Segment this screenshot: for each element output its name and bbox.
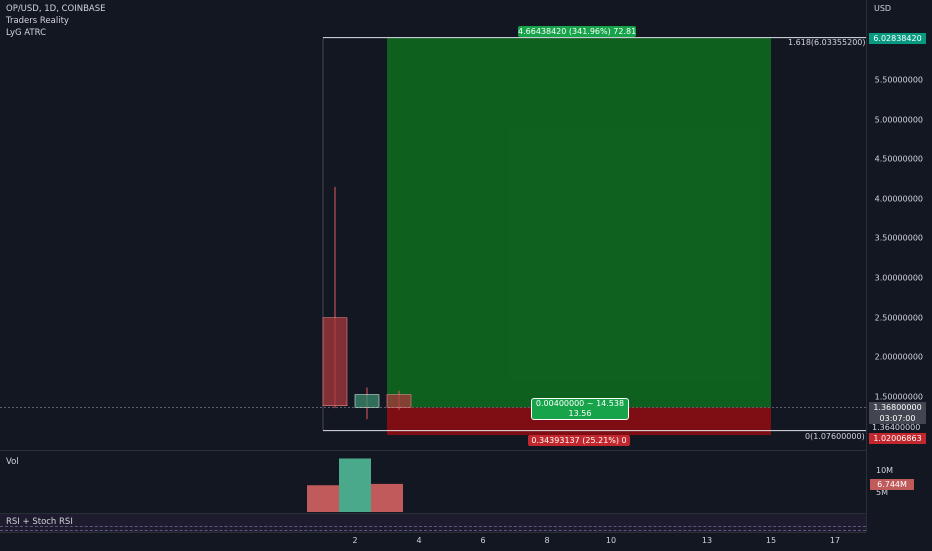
price-tick: 2.00000000 [874,352,923,362]
fib-upper-label: 1.618(6.03355200) [788,38,866,47]
indicator-lyg-atrc[interactable]: LyG ATRC [6,28,46,38]
sl-price-tag: 1.02006863 [869,433,926,444]
price-tick: 1.50000000 [874,392,923,402]
time-label-8: 8 [544,536,550,545]
price-tick: 5.50000000 [874,75,923,85]
profit-zone [387,38,771,408]
volume-bar-0 [307,485,339,512]
price-axis[interactable]: 5.50000000 5.00000000 4.50000000 4.00000000… [866,0,932,532]
profit-label: 4.66438420 (341.96%) 72.81 [518,26,637,37]
indicator-traders-reality[interactable]: Traders Reality [6,16,69,26]
entry-label: 0.00400000 ~ 14.538 13.56 [531,398,629,420]
rsi-pane[interactable]: RSI + Stoch RSI [0,514,866,532]
level-1364-label: 1.36400000 [872,423,921,432]
price-tick: 3.50000000 [874,233,923,243]
candle-body-2 [386,394,412,408]
price-tick: 3.00000000 [874,273,923,283]
volume-legend[interactable]: Vol [6,457,19,467]
time-label-15: 15 [765,536,777,545]
candle-body-0 [322,317,348,407]
entry-label-line1: 0.00400000 ~ 14.538 [535,399,625,408]
entry-label-line2: 13.56 [568,409,592,418]
volume-tick-10m: 10M [876,466,894,475]
time-label-4: 4 [416,536,422,545]
price-tick: 2.50000000 [874,313,923,323]
volume-current-tag: 6.744M [870,479,914,490]
time-label-6: 6 [480,536,486,545]
price-pane[interactable]: OP/USD, 1D, COINBASE Traders Reality LyG… [0,0,866,450]
time-axis[interactable]: 2 4 6 8 10 13 15 17 [0,532,866,551]
price-tick: 5.00000000 [874,115,923,125]
fib-lower-label: 0(1.07600000) [805,432,865,441]
rsi-band [0,526,866,531]
price-tick: 4.00000000 [874,194,923,204]
volume-bar-2 [371,483,403,512]
current-price: 1.36800000 [873,403,922,412]
volume-pane[interactable]: Vol [0,451,866,513]
volume-bar-1 [339,458,371,512]
current-price-tag: 1.36800000 03:07:00 [869,402,926,424]
price-tick: 4.50000000 [874,154,923,164]
loss-label: 0.34393137 (25.21%) 0 [528,435,630,446]
candle-body-1 [354,394,380,408]
rsi-legend[interactable]: RSI + Stoch RSI [6,517,73,527]
time-label-2: 2 [352,536,358,545]
symbol-legend[interactable]: OP/USD, 1D, COINBASE [6,4,106,14]
tp-price-tag: 6.02838420 [869,33,926,44]
time-label-17: 17 [829,536,841,545]
currency-label: USD [874,4,892,13]
time-label-13: 13 [701,536,713,545]
time-label-10: 10 [605,536,617,545]
price-chart-svg[interactable] [0,0,866,450]
volume-chart-svg [307,458,403,512]
